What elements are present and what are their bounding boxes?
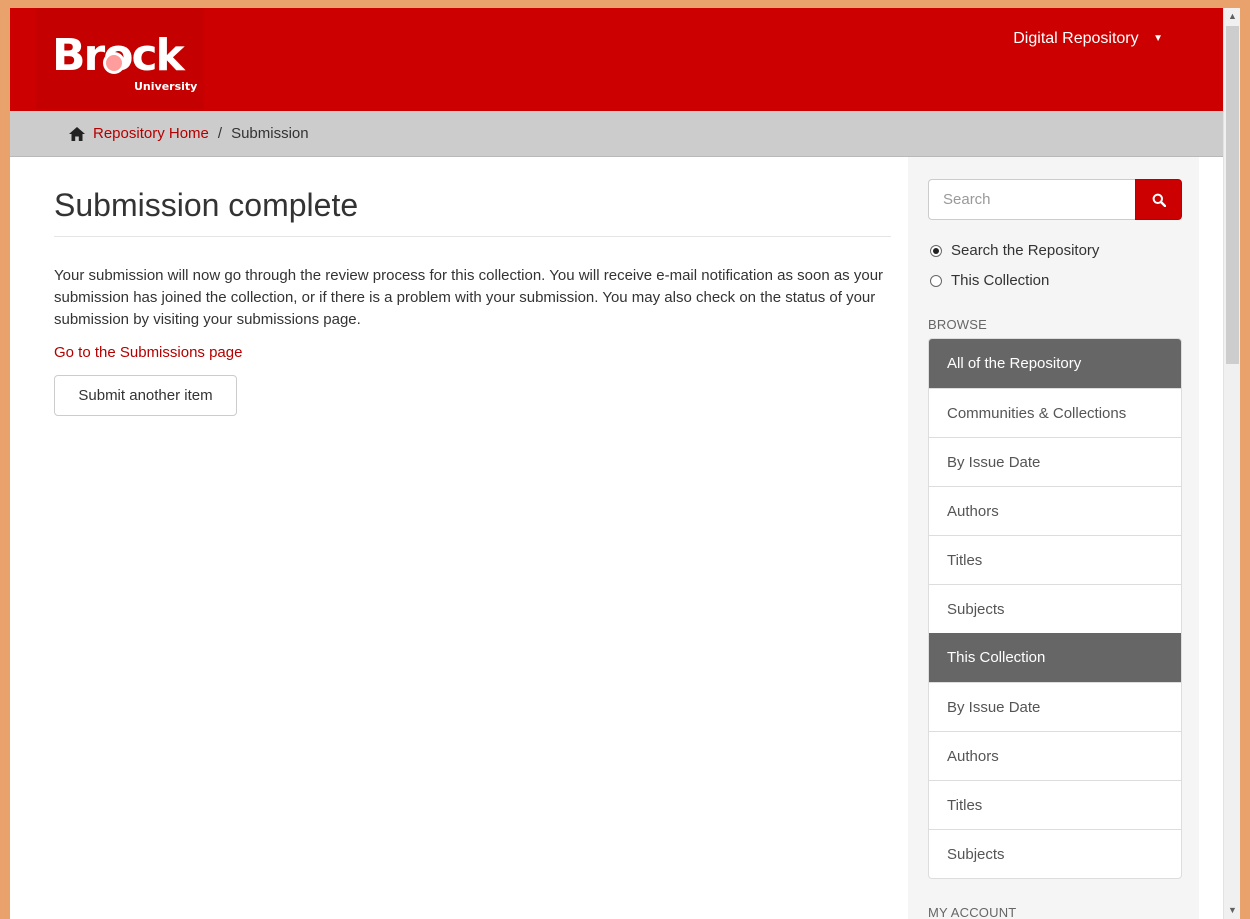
digital-repository-menu[interactable]: Digital Repository ▼ [1013, 30, 1163, 48]
scope-repository-radio[interactable] [930, 244, 942, 257]
browse-collection-issue-date[interactable]: By Issue Date [929, 682, 1181, 731]
digital-repository-label: Digital Repository [1013, 30, 1139, 47]
scroll-down-icon[interactable]: ▼ [1224, 902, 1241, 919]
my-account-section-label: MY ACCOUNT [928, 905, 1017, 919]
search-form [928, 179, 1182, 220]
breadcrumb-separator: / [217, 125, 223, 142]
browse-list: All of the Repository Communities & Coll… [928, 338, 1182, 879]
window-frame-edge [1240, 0, 1250, 919]
browser-viewport: Brock University Digital Repository ▼ Re… [10, 8, 1223, 919]
vertical-scrollbar[interactable]: ▲ ▼ [1223, 8, 1240, 919]
caret-down-icon: ▼ [1153, 33, 1163, 45]
browse-header-collection: This Collection [929, 633, 1181, 682]
search-input[interactable] [928, 179, 1135, 220]
main-content: Submission complete Your submission will… [54, 157, 891, 919]
page-title: Submission complete [54, 187, 891, 237]
breadcrumb-repository-home-link[interactable]: Repository Home [93, 125, 209, 142]
submission-message: Your submission will now go through the … [54, 267, 884, 328]
browse-repository-titles[interactable]: Titles [929, 535, 1181, 584]
brock-logo[interactable]: Brock University [36, 8, 204, 109]
logo-emblem-icon [103, 52, 125, 74]
browse-header-repository: All of the Repository [929, 339, 1181, 388]
search-icon [1152, 193, 1166, 207]
submit-another-item-button[interactable]: Submit another item [54, 375, 237, 416]
breadcrumb-current: Submission [231, 125, 309, 142]
scroll-thumb[interactable] [1226, 26, 1239, 364]
scope-collection-label: This Collection [951, 272, 1050, 289]
logo-subtitle: University [134, 80, 198, 93]
sidebar: Search the Repository This Collection BR… [908, 157, 1199, 919]
scroll-up-icon[interactable]: ▲ [1224, 8, 1241, 25]
browse-repository-issue-date[interactable]: By Issue Date [929, 437, 1181, 486]
browse-section-label: BROWSE [928, 317, 987, 332]
breadcrumb: Repository Home / Submission [10, 111, 1223, 157]
browse-collection-authors[interactable]: Authors [929, 731, 1181, 780]
browse-repository-communities[interactable]: Communities & Collections [929, 388, 1181, 437]
search-button[interactable] [1135, 179, 1182, 220]
submissions-page-link[interactable]: Go to the Submissions page [54, 344, 242, 361]
browse-repository-subjects[interactable]: Subjects [929, 584, 1181, 633]
home-icon [69, 126, 85, 141]
scope-repository-option[interactable]: Search the Repository [930, 242, 1099, 259]
site-header: Brock University Digital Repository ▼ [10, 8, 1223, 111]
browse-repository-authors[interactable]: Authors [929, 486, 1181, 535]
scope-repository-label: Search the Repository [951, 242, 1100, 259]
scope-collection-radio[interactable] [930, 274, 942, 287]
browse-collection-titles[interactable]: Titles [929, 780, 1181, 829]
browse-collection-subjects[interactable]: Subjects [929, 829, 1181, 878]
scope-collection-option[interactable]: This Collection [930, 272, 1049, 289]
